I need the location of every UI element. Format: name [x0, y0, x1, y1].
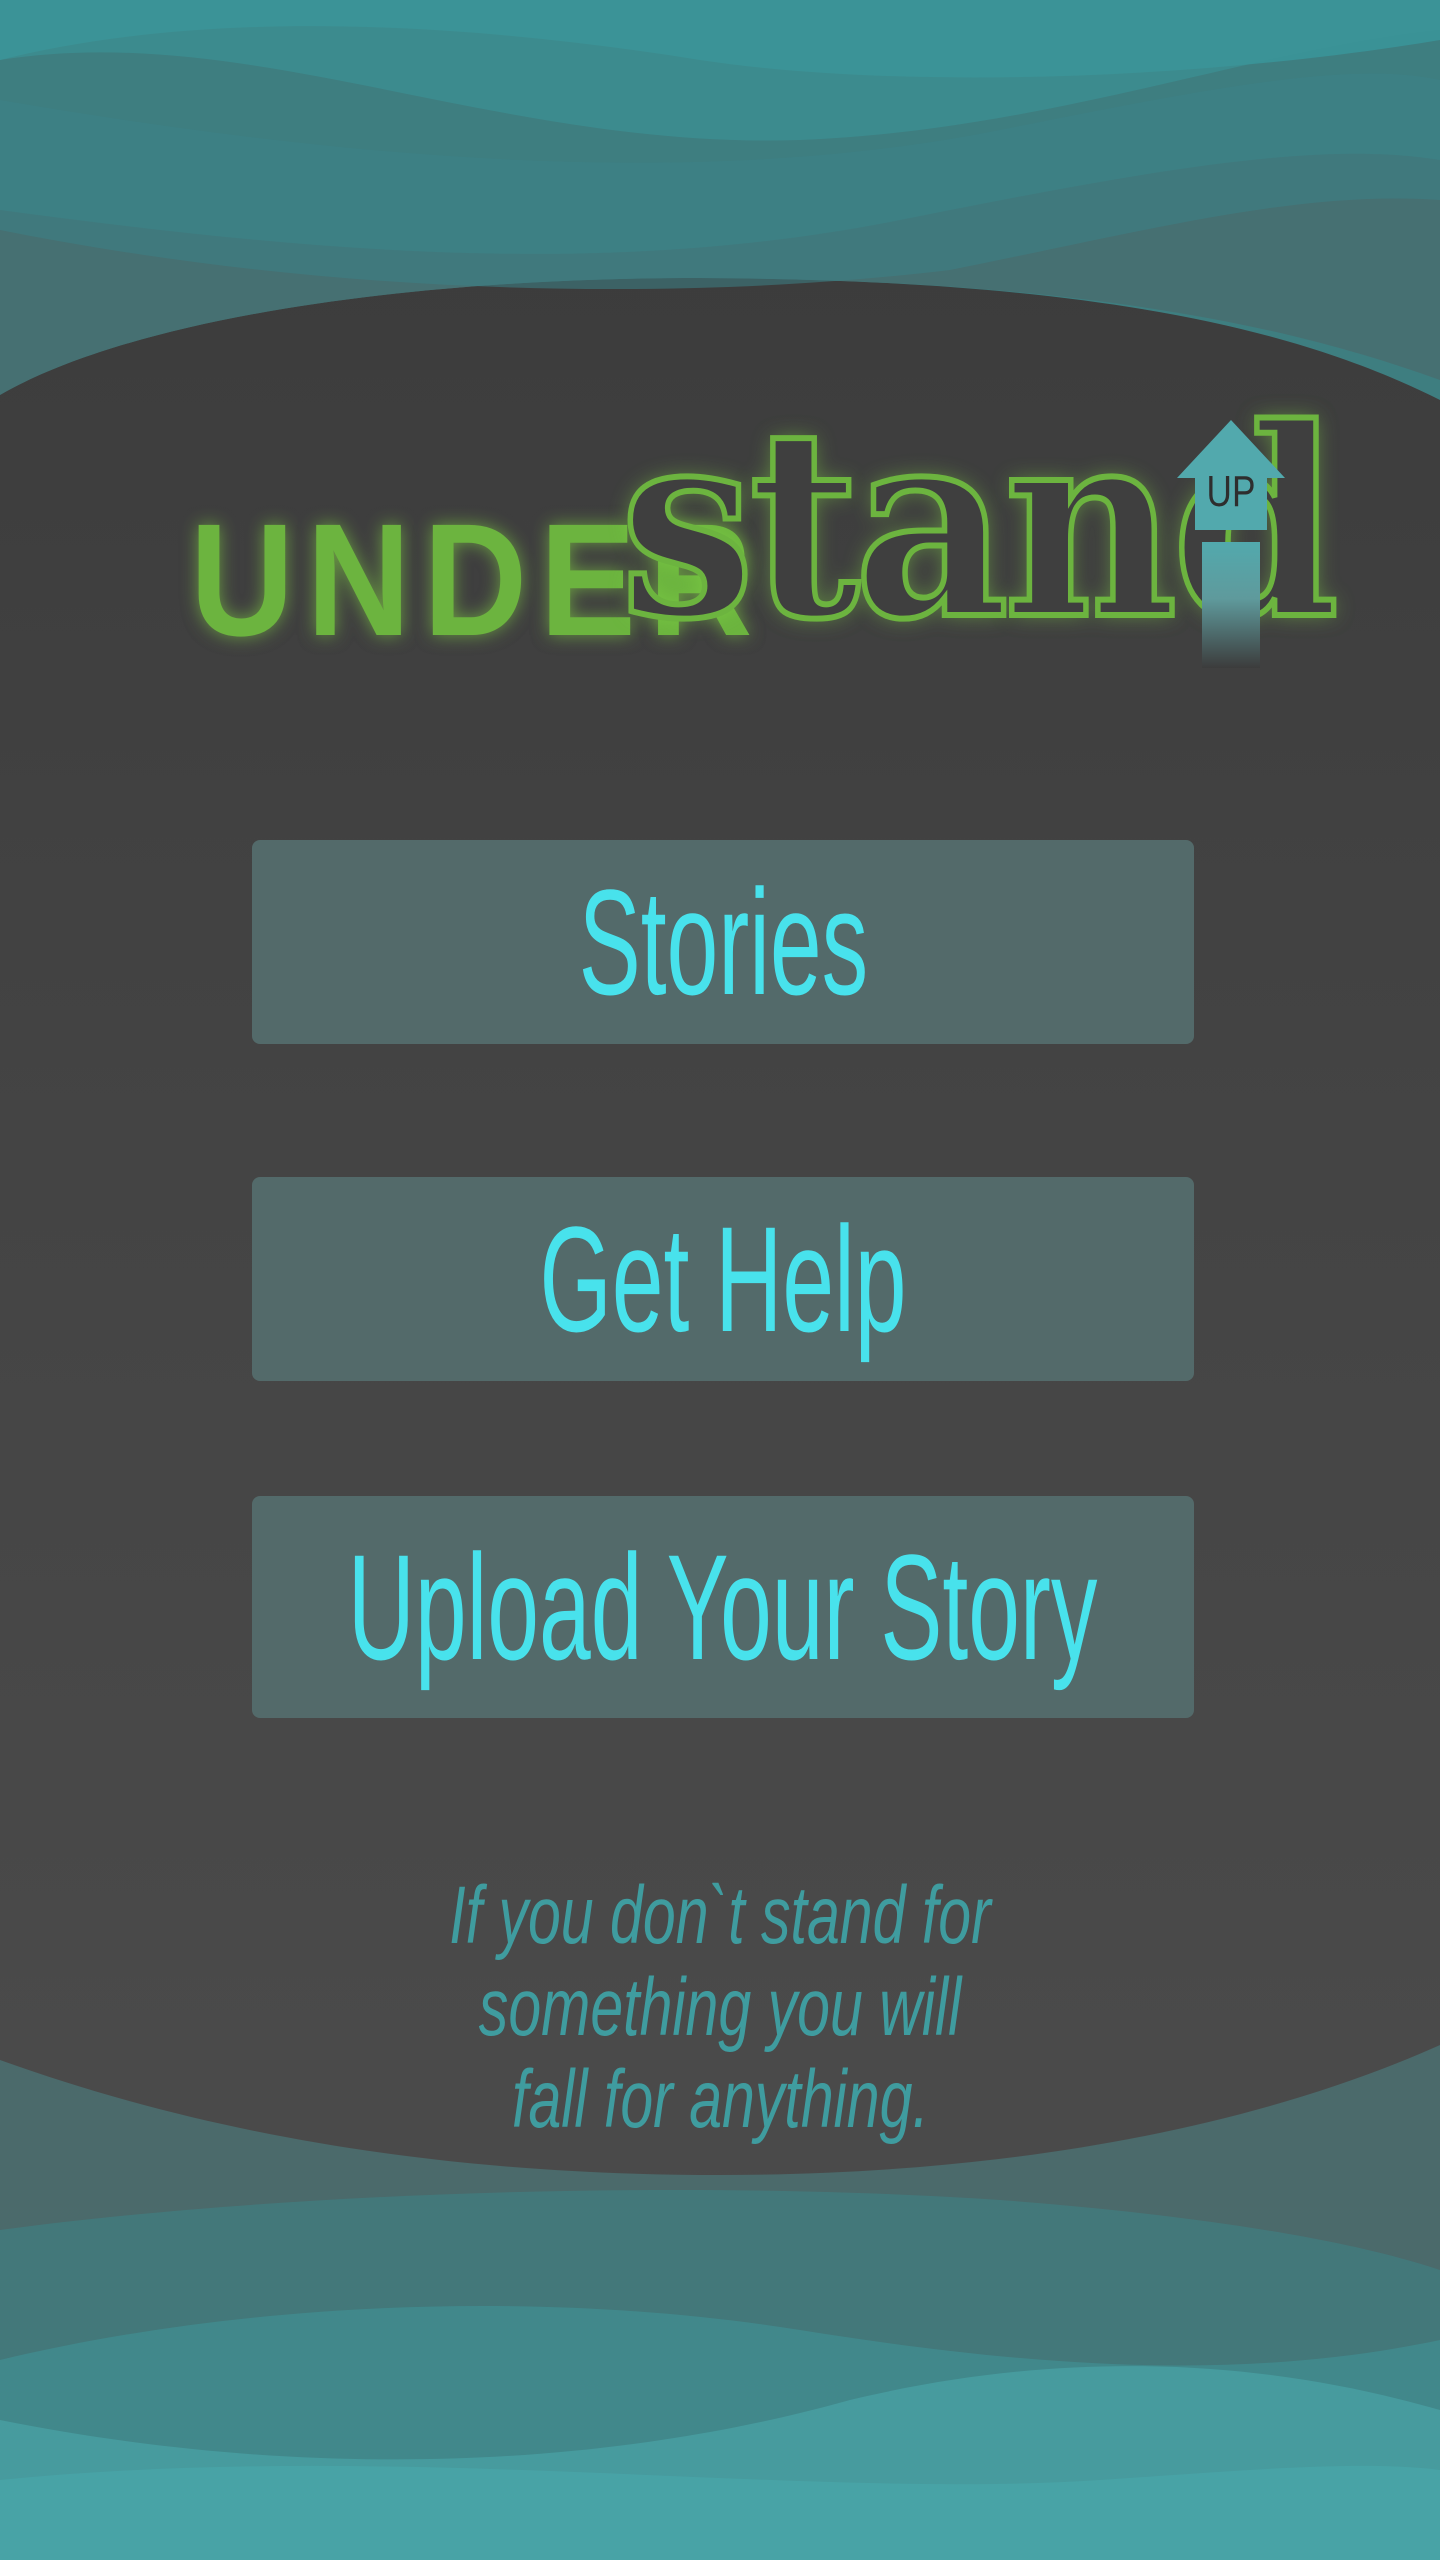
stories-button-label: Stories [578, 858, 868, 1026]
get-help-button-label: Get Help [539, 1195, 907, 1363]
home-screen: UNDER stand UP Stories Get Help Upload Y… [0, 0, 1440, 2560]
motto-quote: If you don`t stand for something you wil… [180, 1870, 1260, 2146]
upload-your-story-button[interactable]: Upload Your Story [252, 1496, 1194, 1718]
upload-button-label: Upload Your Story [348, 1523, 1098, 1691]
quote-line-2: fall for anything. [511, 2054, 929, 2145]
quote-line-1: If you don`t stand for something you wil… [449, 1870, 991, 2053]
stories-button[interactable]: Stories [252, 840, 1194, 1044]
get-help-button[interactable]: Get Help [252, 1177, 1194, 1381]
bottom-wave-layer-4 [0, 2465, 1440, 2560]
